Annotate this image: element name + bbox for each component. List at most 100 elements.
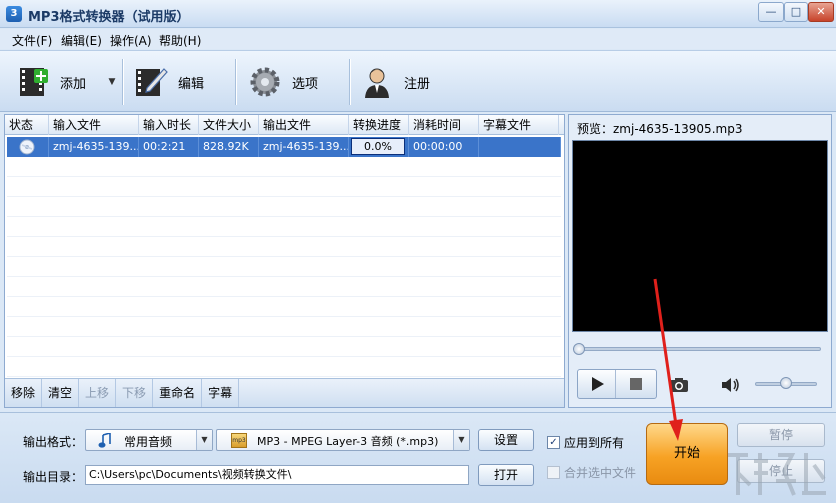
empty-row [7, 157, 561, 177]
minimize-button[interactable]: — [758, 2, 784, 22]
subtitle-cell [479, 137, 561, 157]
chevron-down-icon: ▼ [108, 77, 116, 87]
preview-panel: 预览：zmj-4635-13905.mp3 [568, 114, 832, 408]
title-bar: 3 MP3格式转换器（试用版） — □ ✕ [0, 0, 836, 28]
status-cell [7, 137, 49, 157]
rename-button[interactable]: 重命名 [153, 379, 203, 407]
merge-checkbox[interactable] [547, 466, 560, 479]
input-file-cell: zmj-4635-139... [49, 137, 139, 157]
apply-all-label: 应用到所有 [564, 436, 625, 450]
col-input-file[interactable]: 输入文件 [49, 115, 139, 135]
output-settings: 输出格式： 常用音频 ▼ mp3 MP3 - MPEG Layer-3 音频 (… [0, 412, 836, 503]
col-elapsed[interactable]: 消耗时间 [409, 115, 479, 135]
preview-label: 预览：zmj-4635-13905.mp3 [577, 122, 743, 136]
preview-screen [572, 140, 828, 332]
toolbar: 添加 ▼ 编辑 选项 注册 [0, 50, 836, 112]
open-folder-button[interactable]: 打开 [478, 464, 534, 486]
move-up-button[interactable]: 上移 [79, 379, 117, 407]
file-list-panel: 状态 输入文件 输入时长 文件大小 输出文件 转换进度 消耗时间 字幕文件 zm… [4, 114, 565, 408]
close-button[interactable]: ✕ [808, 2, 834, 22]
duration-cell: 00:2:21 [139, 137, 199, 157]
window-title: MP3格式转换器（试用版） [28, 10, 190, 25]
app-icon: 3 [6, 6, 22, 22]
elapsed-cell: 00:00:00 [409, 137, 479, 157]
chevron-down-icon: ▼ [453, 430, 469, 450]
volume-thumb[interactable] [780, 377, 792, 389]
menu-file[interactable]: 文件(F) [12, 32, 52, 49]
clear-button[interactable]: 清空 [42, 379, 80, 407]
col-status[interactable]: 状态 [5, 115, 49, 135]
apply-all-checkbox[interactable]: ✓ [547, 436, 560, 449]
stop-icon [630, 378, 642, 390]
disc-icon [19, 139, 35, 155]
music-note-icon [98, 433, 111, 448]
format-value: MP3 - MPEG Layer-3 音频 (*.mp3) [257, 435, 439, 448]
subtitle-button[interactable]: 字幕 [202, 379, 240, 407]
format-select[interactable]: mp3 MP3 - MPEG Layer-3 音频 (*.mp3) ▼ [216, 429, 470, 451]
empty-row [7, 337, 561, 357]
size-cell: 828.92K [199, 137, 259, 157]
table-header: 状态 输入文件 输入时长 文件大小 输出文件 转换进度 消耗时间 字幕文件 [5, 115, 564, 135]
pause-button[interactable]: 暂停 [737, 423, 825, 447]
move-down-button[interactable]: 下移 [116, 379, 154, 407]
empty-row [7, 197, 561, 217]
register-label: 注册 [404, 76, 431, 92]
play-icon [591, 377, 604, 391]
list-action-bar: 移除 清空 上移 下移 重命名 字幕 [5, 378, 564, 407]
empty-row [7, 237, 561, 257]
settings-button[interactable]: 设置 [478, 429, 534, 451]
output-format-label: 输出格式： [23, 435, 84, 449]
maximize-button[interactable]: □ [784, 2, 808, 22]
menu-edit[interactable]: 编辑(E) [61, 32, 102, 49]
empty-row [7, 277, 561, 297]
film-add-icon [20, 68, 48, 96]
seek-bar[interactable] [577, 347, 821, 351]
toolbar-separator [235, 59, 236, 105]
play-button[interactable] [578, 370, 616, 398]
output-dir-label: 输出目录： [23, 470, 84, 484]
mp3-file-icon: mp3 [231, 433, 247, 448]
speaker-icon [722, 378, 739, 392]
empty-row [7, 177, 561, 197]
output-file-cell: zmj-4635-139... [259, 137, 349, 157]
add-label: 添加 [60, 76, 87, 92]
col-size[interactable]: 文件大小 [199, 115, 259, 135]
menu-help[interactable]: 帮助(H) [159, 32, 201, 49]
empty-row [7, 257, 561, 277]
progress-indicator: 0.0% [351, 138, 405, 155]
user-icon [365, 68, 389, 98]
edit-button[interactable]: 编辑 [134, 55, 230, 109]
col-subtitle[interactable]: 字幕文件 [479, 115, 559, 135]
volume-button[interactable] [721, 377, 741, 396]
empty-row [7, 217, 561, 237]
toolbar-separator [349, 59, 350, 105]
annotation-arrow-icon [653, 278, 683, 441]
empty-row [7, 317, 561, 337]
output-dir-input[interactable]: C:\Users\pc\Documents\视频转换文件\ [85, 465, 469, 485]
add-dropdown-button[interactable]: ▼ [104, 55, 120, 109]
menu-operate[interactable]: 操作(A) [110, 32, 152, 49]
register-button[interactable]: 注册 [360, 55, 456, 109]
film-edit-icon [136, 68, 168, 96]
options-label: 选项 [292, 76, 319, 92]
empty-row [7, 357, 561, 377]
chevron-down-icon: ▼ [196, 430, 212, 450]
empty-row [7, 297, 561, 317]
seek-thumb[interactable] [573, 343, 585, 355]
col-output-file[interactable]: 输出文件 [259, 115, 349, 135]
table-row[interactable]: zmj-4635-139... 00:2:21 828.92K zmj-4635… [7, 137, 561, 157]
toolbar-separator [122, 59, 123, 105]
gear-icon [250, 67, 280, 97]
watermark-logo [728, 453, 826, 496]
col-progress[interactable]: 转换进度 [349, 115, 409, 135]
remove-button[interactable]: 移除 [5, 379, 43, 407]
options-button[interactable]: 选项 [248, 55, 344, 109]
format-category-value: 常用音频 [124, 435, 173, 449]
merge-label: 合并选中文件 [564, 466, 637, 480]
add-button[interactable]: 添加 [16, 55, 104, 109]
col-duration[interactable]: 输入时长 [139, 115, 199, 135]
progress-cell: 0.0% [349, 137, 409, 157]
edit-label: 编辑 [178, 76, 205, 92]
format-category-select[interactable]: 常用音频 ▼ [85, 429, 213, 451]
menu-bar: 文件(F) 编辑(E) 操作(A) 帮助(H) [0, 29, 836, 49]
